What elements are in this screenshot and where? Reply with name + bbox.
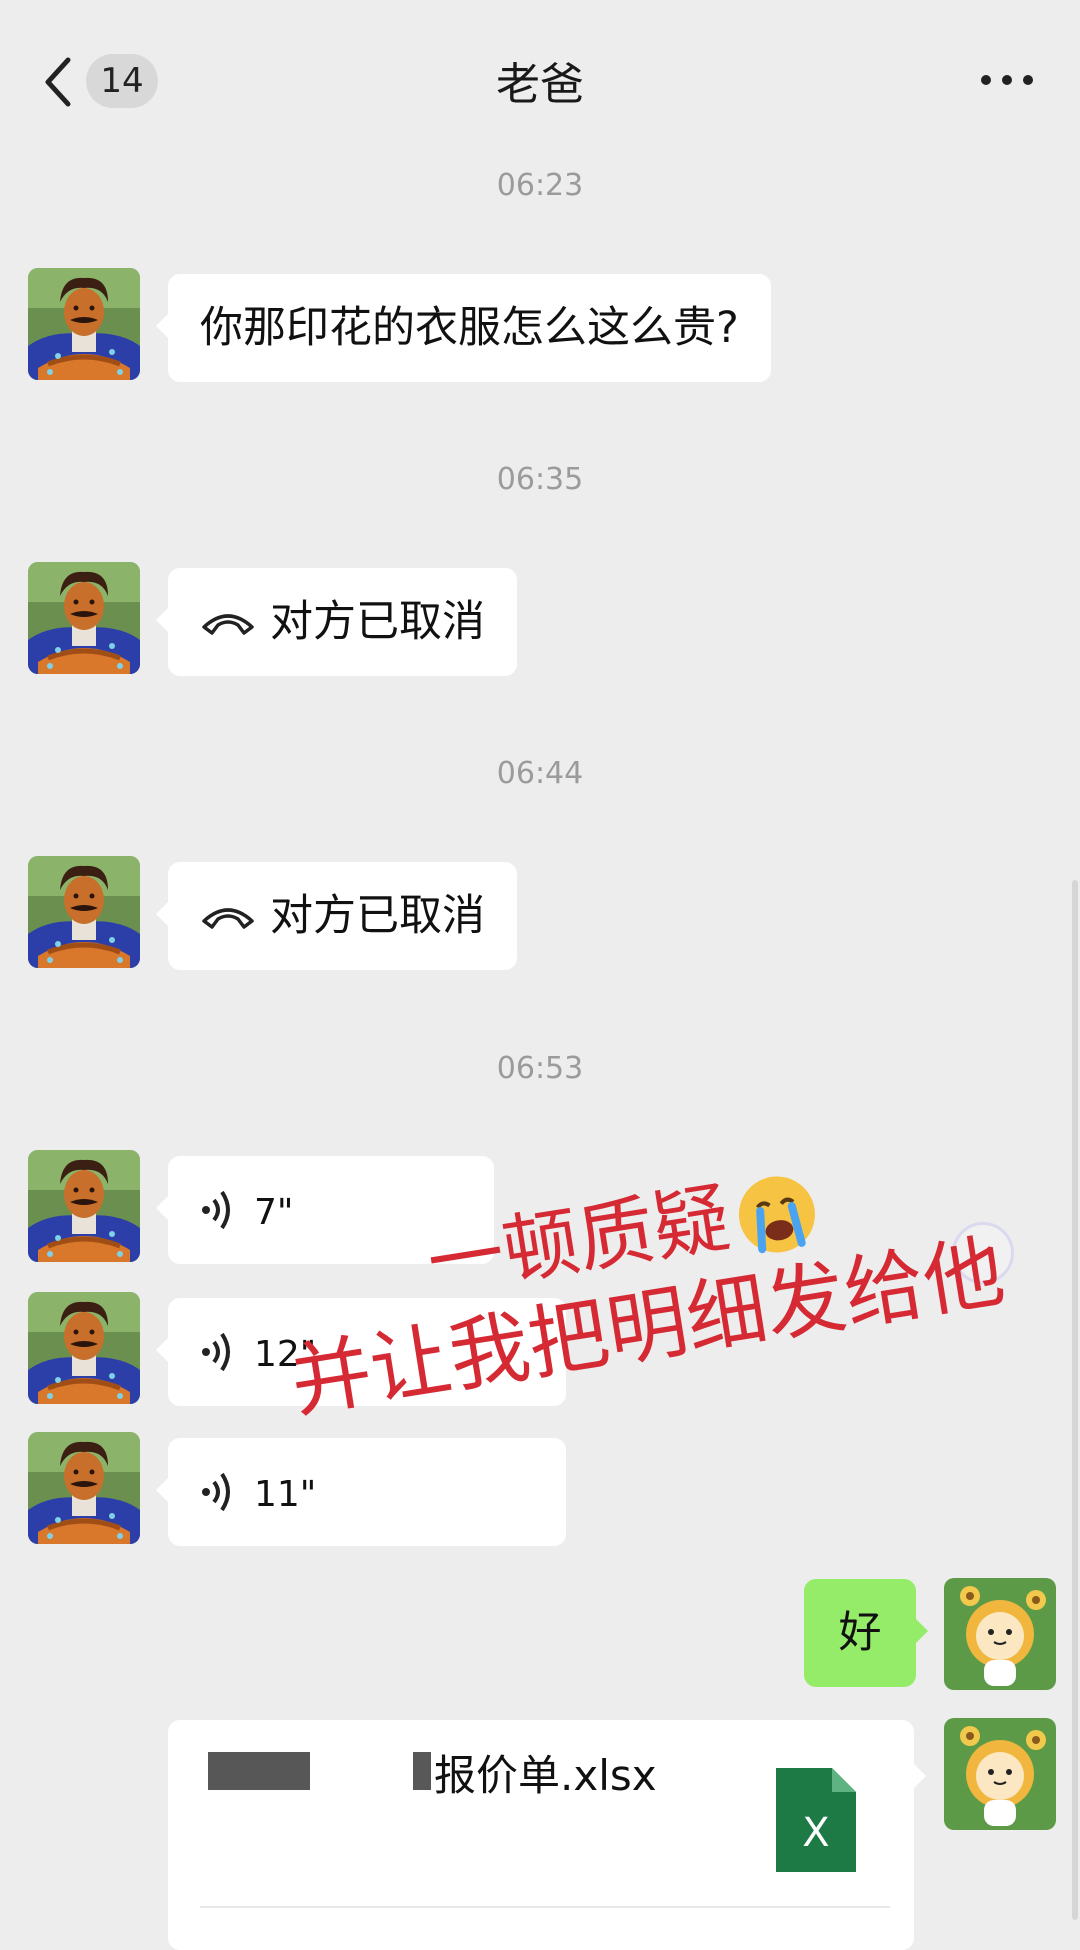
- my-avatar[interactable]: [944, 1718, 1056, 1830]
- excel-letter: X: [802, 1810, 829, 1856]
- chat-title: 老爸: [496, 59, 584, 110]
- message-text: 你那印花的衣服怎么这么贵?: [200, 303, 739, 353]
- contact-avatar[interactable]: [28, 268, 140, 380]
- contact-avatar[interactable]: [28, 856, 140, 968]
- message-text: 好: [838, 1608, 882, 1658]
- redacted-block: [208, 1752, 310, 1790]
- voice-icon: [202, 1332, 230, 1371]
- contact-avatar[interactable]: [28, 562, 140, 674]
- voice-duration: 11": [254, 1474, 317, 1515]
- card-divider: [200, 1906, 890, 1908]
- timestamp: 06:44: [496, 756, 584, 791]
- timestamp: 06:35: [496, 462, 584, 497]
- contact-avatar[interactable]: [28, 1432, 140, 1544]
- call-cancelled-message[interactable]: 对方已取消: [156, 568, 517, 676]
- call-status-text: 对方已取消: [270, 891, 485, 941]
- voice-icon: [202, 1472, 230, 1511]
- contact-avatar[interactable]: [28, 1150, 140, 1262]
- voice-message[interactable]: 11": [156, 1438, 566, 1546]
- call-declined-icon: [202, 907, 254, 929]
- text-message[interactable]: 你那印花的衣服怎么这么贵?: [156, 274, 771, 382]
- voice-icon: [202, 1190, 230, 1229]
- chat-header: 14 老爸: [0, 0, 1080, 160]
- voice-duration: 7": [254, 1192, 294, 1233]
- call-cancelled-message[interactable]: 对方已取消: [156, 862, 517, 970]
- timestamp: 06:23: [496, 168, 584, 203]
- scrollbar[interactable]: [1072, 880, 1078, 1920]
- call-status-text: 对方已取消: [270, 597, 485, 647]
- redacted-block: [413, 1752, 431, 1790]
- file-message-card[interactable]: 报价单.xlsx X: [168, 1720, 926, 1950]
- my-avatar[interactable]: [944, 1578, 1056, 1690]
- call-declined-icon: [202, 613, 254, 635]
- excel-file-icon: X: [776, 1768, 856, 1872]
- my-text-message[interactable]: 好: [804, 1579, 928, 1687]
- contact-avatar[interactable]: [28, 1292, 140, 1404]
- more-icon[interactable]: [980, 74, 1034, 86]
- timestamp: 06:53: [496, 1051, 584, 1086]
- file-name: 报价单.xlsx: [434, 1751, 657, 1800]
